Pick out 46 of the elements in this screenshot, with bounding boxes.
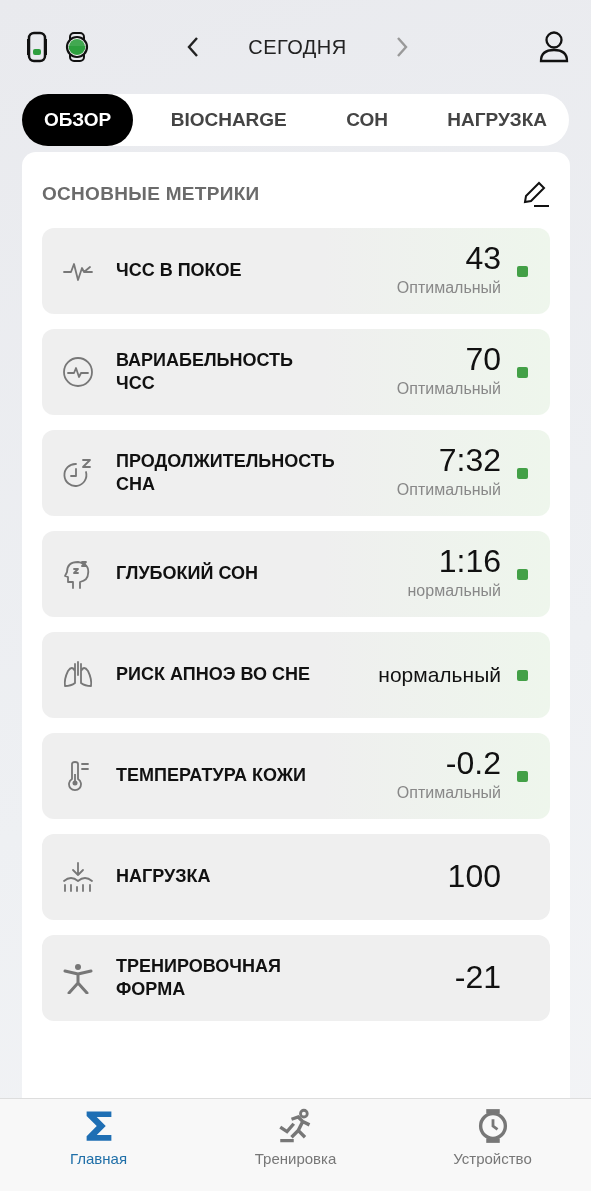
metric-card[interactable]: ПРОДОЛЖИТЕЛЬНОСТЬ СНА 7:32 Оптимальный bbox=[42, 430, 550, 516]
tab[interactable]: BIOCHARGE bbox=[148, 94, 309, 146]
watch-icon[interactable] bbox=[64, 32, 90, 62]
tab[interactable]: СОН bbox=[324, 94, 410, 146]
sleep-clock-icon bbox=[62, 457, 94, 489]
metric-card[interactable]: РИСК АПНОЭ ВО СНЕ нормальный bbox=[42, 632, 550, 718]
metric-card[interactable]: ГЛУБОКИЙ СОН 1:16 нормальный bbox=[42, 531, 550, 617]
status-label: Оптимальный bbox=[396, 479, 501, 500]
metric-label: НАГРУЗКА bbox=[116, 865, 211, 889]
nav-tab[interactable]: Главная bbox=[23, 1107, 174, 1172]
metric-value: -0.2 bbox=[445, 747, 501, 781]
metric-label: РИСК АПНОЭ ВО СНЕ bbox=[116, 663, 310, 687]
metric-label: ПРОДОЛЖИТЕЛЬНОСТЬ СНА bbox=[116, 449, 336, 496]
metric-label: ВАРИАБЕЛЬНОСТЬ ЧСС bbox=[116, 348, 295, 395]
metric-label: ТРЕНИРОВОЧНАЯ ФОРМА bbox=[116, 954, 282, 1001]
metric-value: 7:32 bbox=[438, 444, 501, 478]
metric-card[interactable]: НАГРУЗКА 100 bbox=[42, 834, 550, 920]
band-icon[interactable] bbox=[26, 31, 48, 63]
metric-card[interactable]: ТЕМПЕРАТУРА КОЖИ -0.2 Оптимальный bbox=[42, 733, 550, 819]
metric-value: 100 bbox=[447, 860, 501, 894]
metric-label: ЧСС В ПОКОЕ bbox=[116, 259, 242, 283]
status-label: Оптимальный bbox=[396, 782, 501, 803]
date-label: СЕГОДНЯ bbox=[248, 35, 347, 60]
nav-tab[interactable]: Устройство bbox=[417, 1107, 568, 1172]
status-label: Оптимальный bbox=[396, 378, 501, 399]
status-label: нормальный bbox=[407, 580, 501, 601]
tab[interactable]: ОБЗОР bbox=[22, 94, 134, 146]
load-icon bbox=[62, 861, 94, 893]
heart-rate-icon bbox=[62, 356, 94, 388]
metric-value: 70 bbox=[465, 343, 501, 377]
profile-icon[interactable] bbox=[539, 31, 569, 63]
metric-card[interactable]: ВАРИАБЕЛЬНОСТЬ ЧСС 70 Оптимальный bbox=[42, 329, 550, 415]
metric-value: -21 bbox=[454, 961, 501, 995]
metric-value: 1:16 bbox=[438, 545, 501, 579]
metric-value: 43 bbox=[465, 242, 501, 276]
metric-card[interactable]: ТРЕНИРОВОЧНАЯ ФОРМА -21 bbox=[42, 935, 550, 1021]
tab[interactable]: НАГРУЗКА bbox=[425, 94, 569, 146]
status-label: нормальный bbox=[378, 662, 501, 689]
metric-label: ТЕМПЕРАТУРА КОЖИ bbox=[116, 764, 307, 788]
nav-tab[interactable]: Тренировка bbox=[220, 1107, 371, 1172]
metric-label: ГЛУБОКИЙ СОН bbox=[116, 562, 258, 586]
metric-card[interactable]: ЧСС В ПОКОЕ 43 Оптимальный bbox=[42, 228, 550, 314]
previous-day-icon[interactable] bbox=[186, 36, 201, 58]
stretching-figure-icon bbox=[62, 962, 94, 994]
section-title: ОСНОВНЫЕ МЕТРИКИ bbox=[42, 181, 260, 206]
status-label: Оптимальный bbox=[396, 277, 501, 298]
